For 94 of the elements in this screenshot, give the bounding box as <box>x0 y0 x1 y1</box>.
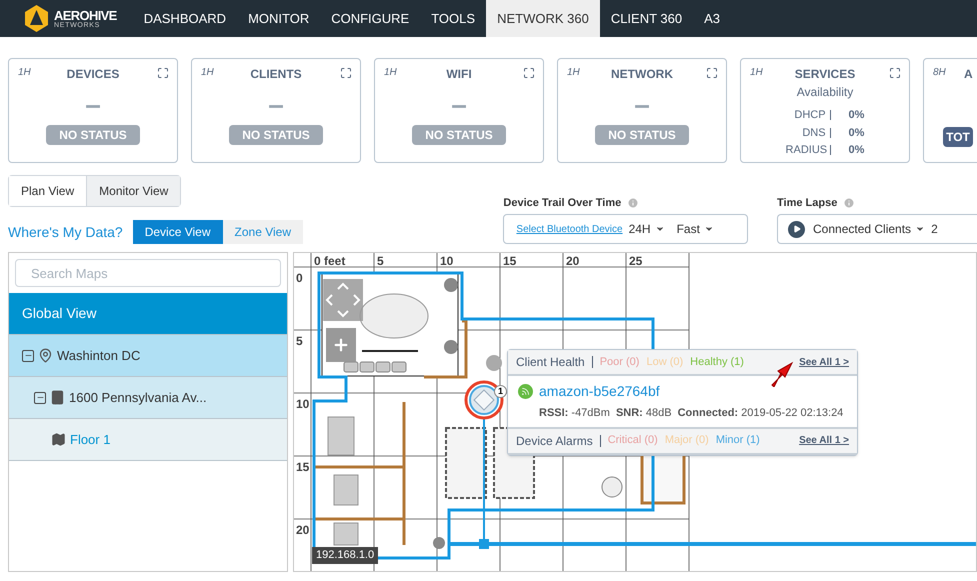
health-count: Minor (1) <box>716 433 760 448</box>
clients-dropdown[interactable]: Connected Clients <box>813 220 926 238</box>
service-label: RADIUS <box>786 143 826 158</box>
nav-tab[interactable]: DASHBOARD <box>132 0 238 37</box>
pin-icon <box>38 348 53 363</box>
see-all-link[interactable]: See All 1 > <box>799 354 849 370</box>
section-title: Device Alarms <box>516 432 593 450</box>
axis-label: 0 <box>296 271 303 285</box>
axis-label: 10 <box>296 397 310 411</box>
view-tab[interactable]: Device View <box>132 220 223 244</box>
card-value: – <box>268 91 284 119</box>
service-value: 0% <box>848 108 864 123</box>
period-label: 1H <box>18 66 31 80</box>
field-label: Device Trail Over Time <box>503 196 622 210</box>
tree-item[interactable]: Washinton DC <box>9 335 287 377</box>
axis-label: 15 <box>296 460 310 474</box>
card-value: – <box>85 91 101 119</box>
client-name-link[interactable]: amazon-b5e2764bf <box>539 381 660 402</box>
dropdown-value[interactable]: 2 <box>931 220 938 238</box>
nav-tab[interactable]: MONITOR <box>237 0 320 37</box>
period-dropdown[interactable]: 24H <box>628 220 665 238</box>
view-tab[interactable]: Monitor View <box>86 176 180 206</box>
card-title: WIFI <box>446 66 472 83</box>
tree-item[interactable]: 1600 Pennsylvania Av... <box>9 377 287 419</box>
status-badge: NO STATUS <box>46 125 140 145</box>
expand-icon[interactable] <box>706 67 718 79</box>
axis-label: 20 <box>296 523 310 537</box>
status-badge: NO STATUS <box>229 125 323 145</box>
axis-label: 15 <box>503 254 516 268</box>
logo-icon <box>25 5 48 32</box>
health-count: Low (0) <box>646 354 684 370</box>
collapse-icon[interactable] <box>22 350 34 362</box>
card-title: NETWORK <box>611 66 673 83</box>
total-button[interactable]: TOT <box>943 127 973 147</box>
nav-tab[interactable]: CLIENT 360 <box>600 0 694 37</box>
bluetooth-link[interactable]: Select Bluetooth Device <box>516 222 623 236</box>
plus-icon <box>332 336 350 354</box>
section-title: Where's My Data? <box>8 223 123 242</box>
period-label: 1H <box>750 66 763 80</box>
client-count-badge: 1 <box>494 385 507 398</box>
map-icon <box>51 432 66 447</box>
nav-tab[interactable]: TOOLS <box>420 0 486 37</box>
service-label: DNS <box>801 126 826 140</box>
axis-label: 10 <box>440 254 454 268</box>
service-value: 0% <box>848 143 864 158</box>
health-count: Poor (0) <box>600 354 640 370</box>
status-badge: NO STATUS <box>595 125 689 145</box>
building-icon <box>50 390 65 405</box>
rssi-label: RSSI: -47dBm <box>539 406 610 421</box>
section-title: Client Health <box>516 354 585 371</box>
wall-drawing <box>424 320 468 378</box>
card-value: – <box>634 91 650 119</box>
field-label: Time Lapse <box>777 196 838 210</box>
status-badge: NO STATUS <box>412 125 506 145</box>
axis-label: 5 <box>377 254 384 268</box>
nav-tab[interactable]: NETWORK 360 <box>486 0 600 37</box>
zoom-in-button[interactable] <box>326 328 356 362</box>
period-label: 1H <box>384 66 397 80</box>
card-title: SERVICES <box>794 66 856 83</box>
play-icon[interactable] <box>788 220 805 238</box>
period-label: 1H <box>201 66 214 80</box>
axis-label: 20 <box>566 254 580 268</box>
expand-icon[interactable] <box>157 67 169 79</box>
wifi-status-icon <box>518 384 533 399</box>
service-label: DHCP <box>793 108 826 123</box>
see-all-link[interactable]: See All 1 > <box>799 433 849 448</box>
health-count: Healthy (1) <box>690 354 744 370</box>
card-title: CLIENTS <box>250 66 302 83</box>
card-title: DEVICES <box>66 66 120 83</box>
service-value: 0% <box>848 126 864 140</box>
card-title: A <box>964 66 973 83</box>
nav-tab[interactable]: CONFIGURE <box>320 0 420 37</box>
health-count: Major (0) <box>664 433 709 448</box>
period-label: 1H <box>567 66 580 80</box>
subnet-label: 192.168.1.0 <box>312 547 378 564</box>
snr-label: SNR: 48dB <box>616 406 672 421</box>
period-label: 8H <box>933 66 946 80</box>
collapse-icon[interactable] <box>34 392 46 404</box>
card-value: – <box>451 91 467 119</box>
expand-icon[interactable] <box>523 67 535 79</box>
card-subtitle: Availability <box>796 84 854 101</box>
table-drawing <box>602 476 622 498</box>
access-point-icon[interactable] <box>464 380 504 420</box>
axis-label: 5 <box>296 334 303 348</box>
axis-label: 0 feet <box>314 254 346 268</box>
brand-name: AEROHIVE <box>54 8 117 22</box>
expand-icon[interactable] <box>889 67 901 79</box>
axis-label: 25 <box>629 254 642 268</box>
search-field[interactable]: Search Maps <box>15 259 281 287</box>
health-count: Critical (0) <box>608 433 658 448</box>
expand-icon[interactable] <box>340 67 352 79</box>
nav-tab[interactable]: A3 <box>693 0 732 37</box>
speed-dropdown[interactable]: Fast <box>676 220 714 238</box>
connected-label: Connected: 2019-05-22 02:13:24 <box>678 406 844 421</box>
